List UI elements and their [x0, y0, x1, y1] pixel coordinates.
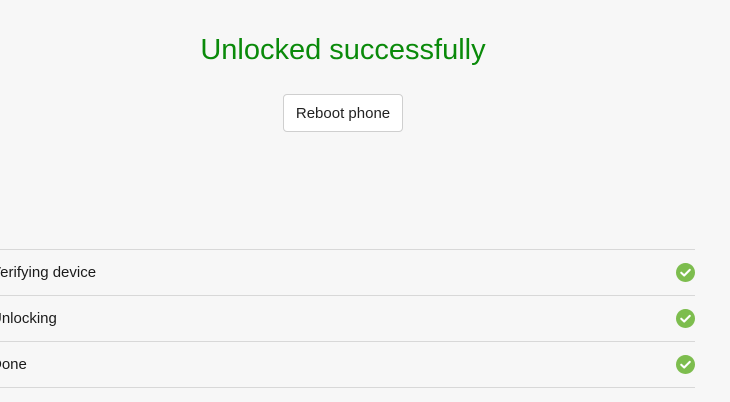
- unlock-result-page: Unlocked successfully Reboot phone Verif…: [0, 0, 730, 402]
- step-unlocking: Unlocking: [0, 296, 695, 342]
- step-label: Unlocking: [0, 310, 57, 327]
- check-circle-icon: [676, 309, 695, 328]
- reboot-phone-button[interactable]: Reboot phone: [283, 94, 403, 132]
- step-label: Done: [0, 356, 27, 373]
- step-label: Verifying device: [0, 264, 97, 281]
- progress-steps-list: Verifying device Unlocking Done: [0, 249, 695, 388]
- page-title: Unlocked successfully: [200, 34, 486, 66]
- step-verifying-device: Verifying device: [0, 250, 695, 296]
- check-circle-icon: [676, 355, 695, 374]
- check-circle-icon: [676, 263, 695, 282]
- step-done: Done: [0, 342, 695, 388]
